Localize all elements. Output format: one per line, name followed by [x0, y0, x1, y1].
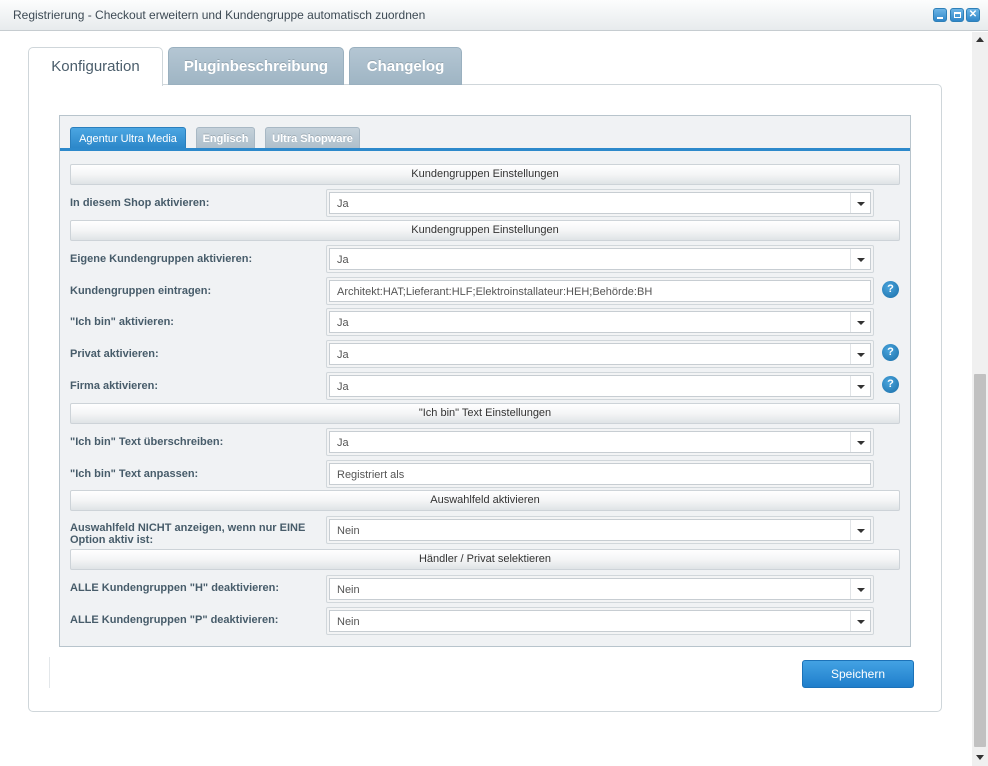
minimize-icon: [937, 17, 943, 19]
label-ich-bin-text: "Ich bin" Text anpassen:: [70, 468, 199, 480]
deactivate-p-select[interactable]: Nein: [326, 607, 874, 635]
tab-konfiguration[interactable]: Konfiguration: [28, 47, 163, 86]
label-deactivate-h: ALLE Kundengruppen "H" deaktivieren:: [70, 582, 280, 594]
chevron-down-icon[interactable]: [850, 249, 870, 269]
vertical-scrollbar[interactable]: [972, 32, 988, 766]
subtab-ultra-shopware[interactable]: Ultra Shopware: [265, 127, 360, 149]
label-deactivate-p: ALLE Kundengruppen "P" deaktivieren:: [70, 614, 279, 626]
chevron-down-icon[interactable]: [850, 432, 870, 452]
input-value: Architekt:HAT;Lieferant:HLF;Elektroinsta…: [337, 286, 653, 298]
subtab-agentur-ultra-media[interactable]: Agentur Ultra Media: [70, 127, 186, 149]
select-value: Nein: [337, 616, 360, 628]
window-titlebar: Registrierung - Checkout erweitern und K…: [0, 0, 988, 31]
maximize-button[interactable]: [950, 8, 964, 22]
select-value: Ja: [337, 317, 349, 329]
own-groups-select[interactable]: Ja: [326, 245, 874, 273]
label-groups-enter: Kundengruppen eintragen:: [70, 285, 212, 297]
select-value: Ja: [337, 198, 349, 210]
toolbar-divider: [49, 657, 50, 688]
tab-changelog[interactable]: Changelog: [349, 47, 462, 85]
select-value: Nein: [337, 525, 360, 537]
save-button[interactable]: Speichern: [802, 660, 914, 688]
minimize-button[interactable]: [933, 8, 947, 22]
chevron-down-icon[interactable]: [850, 312, 870, 332]
section-header: Kundengruppen Einstellungen: [70, 220, 900, 241]
help-icon[interactable]: ?: [882, 281, 899, 298]
help-icon[interactable]: ?: [882, 376, 899, 393]
chevron-down-icon[interactable]: [850, 376, 870, 396]
scroll-down-arrow-icon[interactable]: [976, 755, 984, 760]
tab-pluginbeschreibung[interactable]: Pluginbeschreibung: [168, 47, 344, 85]
close-button[interactable]: ✕: [966, 8, 980, 22]
firma-active-select[interactable]: Ja: [326, 372, 874, 400]
label-line: Auswahlfeld NICHT anzeigen, wenn nur EIN…: [70, 522, 306, 534]
window-title: Registrierung - Checkout erweitern und K…: [13, 8, 426, 22]
ich-bin-override-select[interactable]: Ja: [326, 428, 874, 456]
select-value: Ja: [337, 437, 349, 449]
select-value: Ja: [337, 381, 349, 393]
chevron-down-icon[interactable]: [850, 344, 870, 364]
section-header: Kundengruppen Einstellungen: [70, 164, 900, 185]
label-ich-bin-override: "Ich bin" Text überschreiben:: [70, 436, 224, 448]
section-header: "Ich bin" Text Einstellungen: [70, 403, 900, 424]
privat-active-select[interactable]: Ja: [326, 340, 874, 368]
label-line: Option aktiv ist:: [70, 534, 154, 546]
chevron-down-icon[interactable]: [850, 579, 870, 599]
label-hide-single: Auswahlfeld NICHT anzeigen, wenn nur EIN…: [70, 522, 305, 546]
label-ich-bin-active: "Ich bin" aktivieren:: [70, 316, 174, 328]
scroll-up-arrow-icon[interactable]: [976, 37, 984, 42]
subtab-underline: [60, 148, 910, 151]
scrollbar-thumb[interactable]: [974, 374, 986, 747]
chevron-down-icon[interactable]: [850, 611, 870, 631]
label-shop-active: In diesem Shop aktivieren:: [70, 197, 210, 209]
close-icon: ✕: [968, 9, 978, 20]
chevron-down-icon[interactable]: [850, 520, 870, 540]
chevron-down-icon[interactable]: [850, 193, 870, 213]
label-firma-active: Firma aktivieren:: [70, 380, 159, 392]
deactivate-h-select[interactable]: Nein: [326, 575, 874, 603]
select-value: Ja: [337, 349, 349, 361]
select-value: Nein: [337, 584, 360, 596]
maximize-icon: [954, 12, 961, 18]
ich-bin-text-input[interactable]: Registriert als: [326, 460, 874, 488]
input-value: Registriert als: [337, 469, 405, 481]
groups-enter-input[interactable]: Architekt:HAT;Lieferant:HLF;Elektroinsta…: [326, 277, 874, 305]
section-header: Auswahlfeld aktivieren: [70, 490, 900, 511]
section-header: Händler / Privat selektieren: [70, 549, 900, 570]
subtab-englisch[interactable]: Englisch: [196, 127, 255, 149]
shop-active-select[interactable]: Ja: [326, 189, 874, 217]
ich-bin-active-select[interactable]: Ja: [326, 308, 874, 336]
label-privat-active: Privat aktivieren:: [70, 348, 159, 360]
select-value: Ja: [337, 254, 349, 266]
help-icon[interactable]: ?: [882, 344, 899, 361]
label-own-groups: Eigene Kundengruppen aktivieren:: [70, 253, 253, 265]
hide-single-select[interactable]: Nein: [326, 516, 874, 544]
